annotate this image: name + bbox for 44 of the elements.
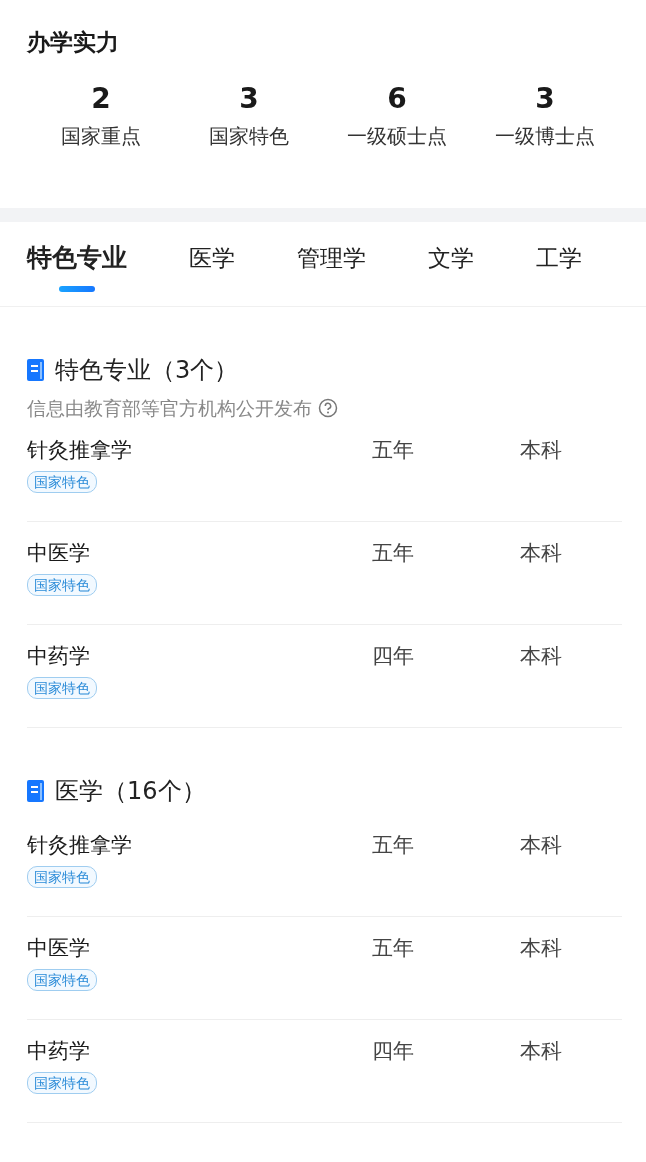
category-tab[interactable]: 工学 [536, 242, 582, 306]
stat-value: 3 [535, 82, 555, 116]
stat-value: 6 [387, 82, 407, 116]
major-name: 针灸推拿学 [27, 832, 132, 859]
major-name: 针灸推拿学 [27, 437, 132, 464]
duration-cell-text: 四年 [372, 643, 415, 670]
duration-cell-text: 五年 [372, 832, 415, 859]
document-icon [27, 780, 45, 802]
degree-cell-text: 本科 [520, 643, 563, 670]
duration-cell-text: 四年 [372, 1038, 415, 1065]
national-feature-tag: 国家特色 [27, 471, 97, 493]
section-title: 办学实力 [27, 28, 120, 57]
duration-cell-text: 五年 [372, 437, 415, 464]
stat-value: 3 [239, 82, 259, 116]
major-name: 中医学 [27, 935, 90, 962]
major-name: 中医学 [27, 540, 90, 567]
category-tab[interactable]: 文学 [428, 242, 474, 306]
stat-label: 国家特色 [209, 123, 289, 150]
document-icon [27, 359, 45, 381]
national-feature-tag: 国家特色 [27, 677, 97, 699]
category-tab[interactable]: 特色专业 [27, 242, 127, 306]
section-heading: 医学（16个） [55, 776, 206, 807]
national-feature-tag: 国家特色 [27, 866, 97, 888]
degree-cell-text: 本科 [520, 437, 563, 464]
degree-cell-text: 本科 [520, 832, 563, 859]
stat-label: 一级博士点 [495, 123, 595, 150]
help-icon[interactable] [318, 398, 338, 418]
category-tab[interactable]: 医学 [189, 242, 235, 306]
national-feature-tag: 国家特色 [27, 574, 97, 596]
stat-label: 一级硕士点 [347, 123, 447, 150]
national-feature-tag: 国家特色 [27, 1072, 97, 1094]
degree-cell-text: 本科 [520, 935, 563, 962]
major-name: 中药学 [27, 1038, 90, 1065]
national-feature-tag: 国家特色 [27, 969, 97, 991]
category-tab[interactable]: 管理学 [297, 242, 366, 306]
duration-cell-text: 五年 [372, 540, 415, 567]
major-name: 中药学 [27, 643, 90, 670]
source-note: 信息由教育部等官方机构公开发布 [27, 396, 312, 421]
degree-cell-text: 本科 [520, 1038, 563, 1065]
stat-label: 国家重点 [61, 123, 141, 150]
duration-cell-text: 五年 [372, 935, 415, 962]
section-heading: 特色专业（3个） [55, 355, 239, 386]
stat-value: 2 [91, 82, 111, 116]
degree-cell-text: 本科 [520, 540, 563, 567]
